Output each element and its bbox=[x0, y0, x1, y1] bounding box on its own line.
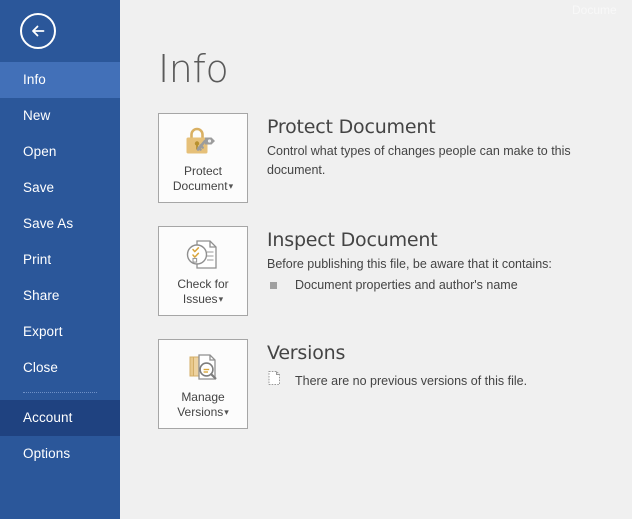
padlock-key-icon bbox=[181, 123, 225, 161]
section-heading: Inspect Document bbox=[267, 229, 438, 251]
back-arrow-icon[interactable] bbox=[20, 13, 56, 49]
back-zone bbox=[0, 0, 120, 62]
backstage-sidebar: Info New Open Save Save As Print Share E… bbox=[0, 0, 120, 519]
sidebar-item-new[interactable]: New bbox=[0, 98, 120, 134]
section-versions: Manage Versions▾ Versions There are no p… bbox=[158, 339, 632, 429]
chevron-down-icon: ▾ bbox=[218, 294, 224, 305]
sidebar-item-label: Account bbox=[23, 410, 73, 425]
sidebar-item-share[interactable]: Share bbox=[0, 278, 120, 314]
document-stack-search-icon bbox=[182, 349, 224, 387]
bullet-square-icon bbox=[270, 281, 277, 289]
check-for-issues-label: Check for Issues▾ bbox=[173, 277, 232, 307]
sidebar-item-save[interactable]: Save bbox=[0, 170, 120, 206]
sidebar-item-close[interactable]: Close bbox=[0, 350, 120, 386]
inspect-finding-row: Document properties and author's name bbox=[267, 277, 632, 293]
sidebar-item-label: Export bbox=[23, 324, 63, 339]
sidebar-nav: Info New Open Save Save As Print Share E… bbox=[0, 62, 120, 472]
versions-note-text: There are no previous versions of this f… bbox=[295, 373, 528, 388]
section-description: Before publishing this file, be aware th… bbox=[267, 257, 552, 271]
backstage-content: Docume Info Protect Document▾ Protect Do… bbox=[120, 0, 632, 519]
chevron-down-icon: ▾ bbox=[224, 407, 229, 418]
sidebar-item-label: Share bbox=[23, 288, 60, 303]
sidebar-item-save-as[interactable]: Save As bbox=[0, 206, 120, 242]
sidebar-item-label: Options bbox=[23, 446, 71, 461]
inspect-document-text: Inspect Document Before publishing this … bbox=[267, 226, 632, 293]
section-inspect-document: Check for Issues▾ Inspect Document Befor… bbox=[158, 226, 632, 316]
tile-label-text: Manage Versions bbox=[177, 390, 225, 419]
page-title: Info bbox=[158, 47, 229, 91]
manage-versions-button[interactable]: Manage Versions▾ bbox=[158, 339, 248, 429]
sidebar-divider bbox=[23, 392, 97, 394]
document-inspect-icon bbox=[183, 236, 223, 274]
sidebar-item-options[interactable]: Options bbox=[0, 436, 120, 472]
versions-note-row: There are no previous versions of this f… bbox=[267, 370, 632, 391]
document-page-icon bbox=[267, 370, 283, 391]
inspect-finding-text: Document properties and author's name bbox=[295, 278, 518, 292]
window-title: Docume bbox=[572, 3, 617, 17]
sidebar-item-account[interactable]: Account bbox=[0, 400, 120, 436]
sidebar-item-print[interactable]: Print bbox=[0, 242, 120, 278]
tile-label-text: Protect Document bbox=[172, 164, 228, 193]
sidebar-item-label: New bbox=[23, 108, 51, 123]
manage-versions-label: Manage Versions▾ bbox=[173, 390, 233, 420]
sidebar-item-label: Save As bbox=[23, 216, 74, 231]
sidebar-item-label: Save bbox=[23, 180, 55, 195]
protect-document-text: Protect Document Control what types of c… bbox=[267, 113, 632, 180]
section-protect-document: Protect Document▾ Protect Document Contr… bbox=[158, 113, 632, 203]
sidebar-item-label: Open bbox=[23, 144, 57, 159]
sidebar-item-export[interactable]: Export bbox=[0, 314, 120, 350]
section-heading: Versions bbox=[267, 342, 346, 364]
section-heading: Protect Document bbox=[267, 116, 436, 138]
protect-document-button[interactable]: Protect Document▾ bbox=[158, 113, 248, 203]
sidebar-item-label: Close bbox=[23, 360, 59, 375]
sidebar-item-label: Info bbox=[23, 72, 46, 87]
chevron-down-icon: ▾ bbox=[228, 181, 234, 192]
section-description: Control what types of changes people can… bbox=[267, 144, 571, 177]
sidebar-item-open[interactable]: Open bbox=[0, 134, 120, 170]
sidebar-item-info[interactable]: Info bbox=[0, 62, 120, 98]
protect-document-label: Protect Document▾ bbox=[169, 164, 237, 194]
check-for-issues-button[interactable]: Check for Issues▾ bbox=[158, 226, 248, 316]
word-backstage-info-screen: Info New Open Save Save As Print Share E… bbox=[0, 0, 632, 519]
versions-text: Versions There are no previous versions … bbox=[267, 339, 632, 391]
sidebar-item-label: Print bbox=[23, 252, 52, 267]
